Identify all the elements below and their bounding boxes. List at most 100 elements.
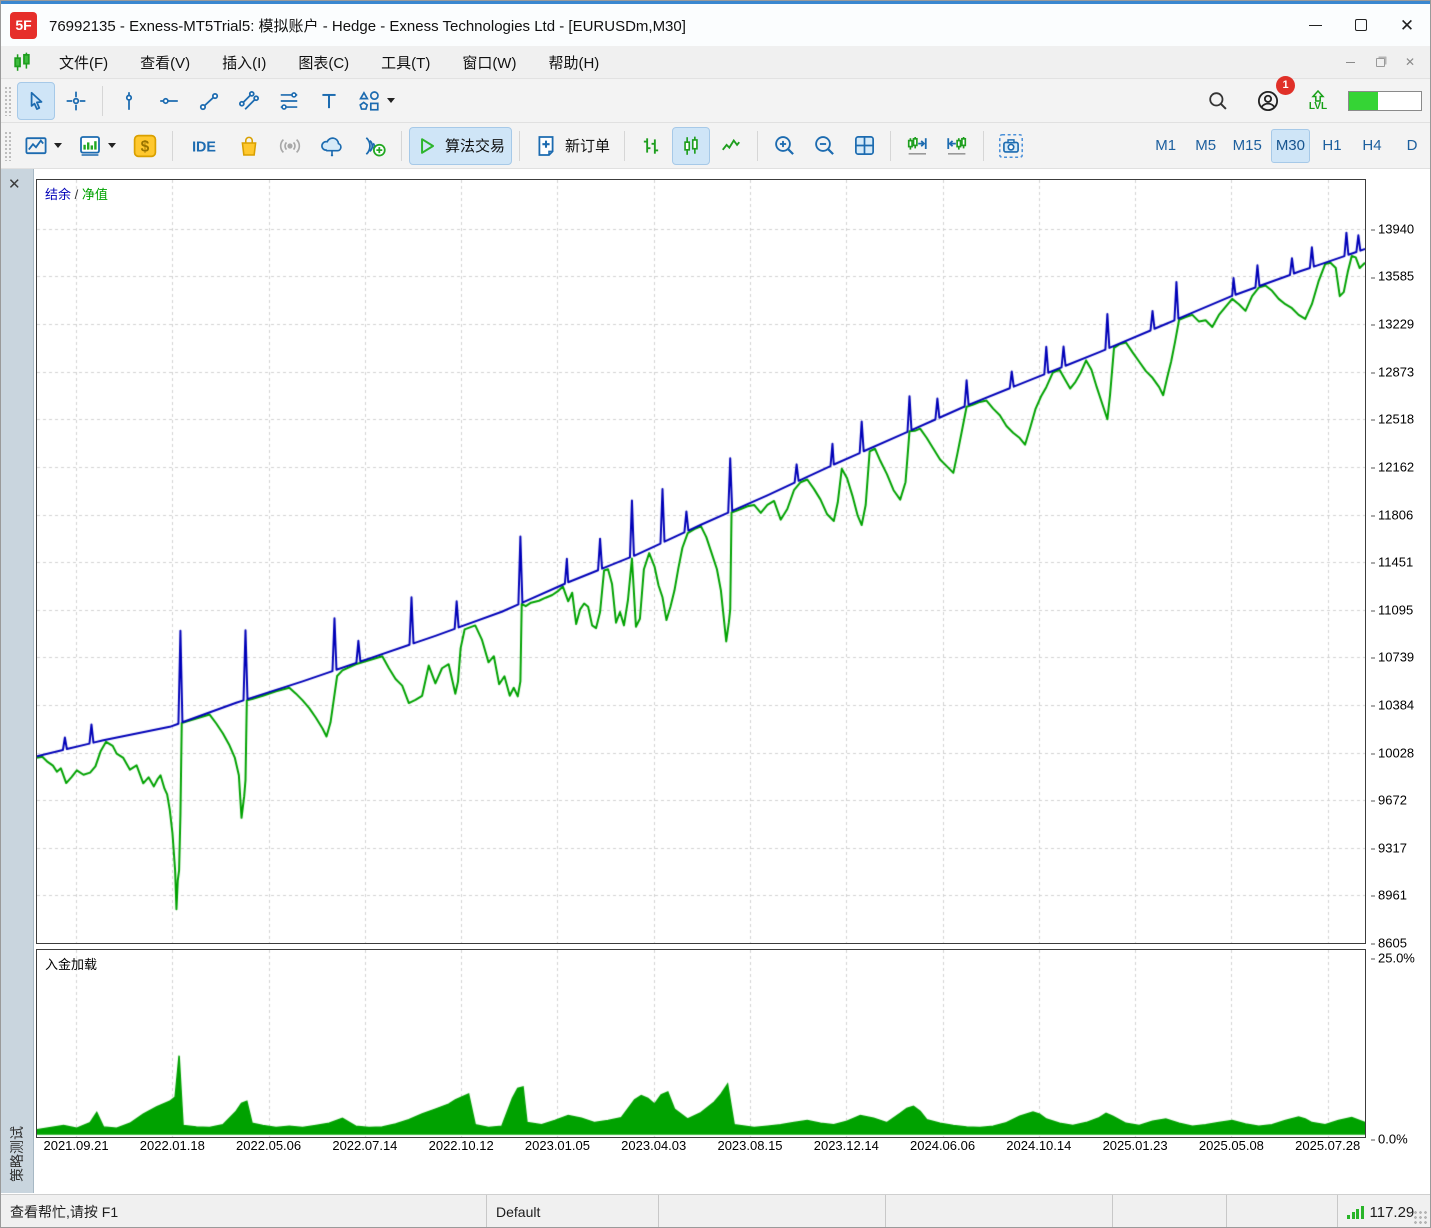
chevron-down-icon[interactable] <box>108 143 116 148</box>
timeframe-m30[interactable]: M30 <box>1271 129 1310 163</box>
chevron-down-icon[interactable] <box>387 98 395 103</box>
bars-chart-button[interactable] <box>632 127 670 165</box>
channel-button[interactable] <box>230 82 268 120</box>
maximize-button[interactable] <box>1338 4 1384 46</box>
timeframe-h4[interactable]: H4 <box>1354 129 1390 163</box>
deposit-chart-canvas[interactable] <box>37 950 1365 1137</box>
status-empty-section <box>659 1195 886 1228</box>
menu-item-1[interactable]: 文件(F) <box>47 48 120 77</box>
new-order-button[interactable]: 新订单 <box>527 127 617 165</box>
auto-scroll-icon <box>945 134 969 158</box>
crosshair-button[interactable] <box>57 82 95 120</box>
algo-trading-button[interactable]: 算法交易 <box>409 127 512 165</box>
text-tool-button[interactable] <box>310 82 348 120</box>
cloud-button[interactable] <box>312 127 352 165</box>
minimize-button[interactable] <box>1292 4 1338 46</box>
y-axis-tick: 9672 <box>1371 793 1407 808</box>
channel-icon <box>238 90 260 112</box>
toolbar-grip[interactable] <box>4 131 12 161</box>
mdi-close-button[interactable]: ✕ <box>1398 51 1422 73</box>
screenshot-camera-button[interactable] <box>991 127 1031 165</box>
timeframe-d[interactable]: D <box>1394 129 1430 163</box>
status-profile[interactable]: Default <box>487 1195 659 1228</box>
y-axis-tick: 12873 <box>1371 364 1414 379</box>
close-icon: ✕ <box>1400 17 1414 34</box>
x-axis-label[interactable]: 2022.07.14 <box>332 1138 397 1153</box>
x-axis-label[interactable]: 2023.12.14 <box>814 1138 879 1153</box>
menu-item-3[interactable]: 插入(I) <box>210 48 278 77</box>
zoom-in-button[interactable] <box>765 127 803 165</box>
user-profile-icon <box>1256 89 1280 113</box>
x-axis-label[interactable]: 2022.05.06 <box>236 1138 301 1153</box>
line-chart-button[interactable] <box>712 127 750 165</box>
text-tool-icon <box>318 90 340 112</box>
trendline-button[interactable] <box>190 82 228 120</box>
signal-waves-button[interactable] <box>270 127 310 165</box>
ide-text-button[interactable]: IDE <box>180 127 228 165</box>
y-axis-tick: 9317 <box>1371 840 1407 855</box>
toolbar-separator <box>624 131 625 161</box>
menu-item-5[interactable]: 工具(T) <box>369 48 442 77</box>
market-bag-button[interactable] <box>230 127 268 165</box>
auto-scroll-button[interactable] <box>938 127 976 165</box>
dollar-button[interactable]: $ <box>125 127 165 165</box>
fibonacci-lines-button[interactable] <box>270 82 308 120</box>
trendline-icon <box>198 90 220 112</box>
x-axis-label[interactable]: 2023.08.15 <box>717 1138 782 1153</box>
user-profile-button[interactable]: 1 <box>1249 82 1287 120</box>
timeframe-m5[interactable]: M5 <box>1188 129 1224 163</box>
tester-close-button[interactable]: ✕ <box>8 175 21 193</box>
close-button[interactable]: ✕ <box>1384 4 1430 46</box>
candles-chart-button[interactable] <box>672 127 710 165</box>
resize-grip[interactable] <box>1414 1211 1428 1225</box>
x-axis-label[interactable]: 2025.01.23 <box>1103 1138 1168 1153</box>
toolbar-grip[interactable] <box>4 86 12 116</box>
vertical-line-icon <box>118 90 140 112</box>
menu-item-4[interactable]: 图表(C) <box>286 48 361 77</box>
balance-equity-plot[interactable]: 结余 / 净值 <box>36 179 1366 944</box>
mdi-minimize-button[interactable] <box>1338 51 1362 73</box>
svg-text:IDE: IDE <box>192 139 216 155</box>
deposit-load-plot[interactable]: 入金加载 <box>36 949 1366 1138</box>
timeframe-h1[interactable]: H1 <box>1314 129 1350 163</box>
x-axis-label[interactable]: 2022.01.18 <box>140 1138 205 1153</box>
y-axis-tick: 10028 <box>1371 745 1414 760</box>
search-button[interactable] <box>1199 82 1237 120</box>
mdi-restore-icon <box>1376 58 1385 67</box>
x-axis-label[interactable]: 2025.05.08 <box>1199 1138 1264 1153</box>
shift-end-button[interactable] <box>898 127 936 165</box>
shapes-button[interactable] <box>350 82 402 120</box>
chart-type-icon <box>24 134 48 158</box>
horizontal-line-button[interactable] <box>150 82 188 120</box>
add-signal-button[interactable] <box>354 127 394 165</box>
x-axis-label[interactable]: 2025.07.28 <box>1295 1138 1360 1153</box>
chevron-down-icon[interactable] <box>54 143 62 148</box>
dollar-icon: $ <box>132 133 158 159</box>
shift-end-icon <box>905 134 929 158</box>
market-watch-button[interactable] <box>71 127 123 165</box>
x-axis-label[interactable]: 2023.01.05 <box>525 1138 590 1153</box>
x-axis-label[interactable]: 2023.04.03 <box>621 1138 686 1153</box>
x-axis-label[interactable]: 2024.10.14 <box>1006 1138 1071 1153</box>
chart-type-button[interactable] <box>17 127 69 165</box>
toolbar-separator <box>102 86 103 116</box>
level-label: LVL <box>1309 102 1327 112</box>
x-axis-label[interactable]: 2022.10.12 <box>429 1138 494 1153</box>
y-axis-tick: 13585 <box>1371 269 1414 284</box>
x-axis-label[interactable]: 2024.06.06 <box>910 1138 975 1153</box>
main-chart-canvas[interactable] <box>37 180 1365 943</box>
x-axis-label[interactable]: 2021.09.21 <box>43 1138 108 1153</box>
zoom-out-button[interactable] <box>805 127 843 165</box>
timeframe-m15[interactable]: M15 <box>1228 129 1267 163</box>
tile-windows-button[interactable] <box>845 127 883 165</box>
menu-item-6[interactable]: 窗口(W) <box>450 48 528 77</box>
level-button[interactable]: LVL <box>1299 82 1337 120</box>
mdi-restore-button[interactable] <box>1368 51 1392 73</box>
cursor-arrow-button[interactable] <box>17 82 55 120</box>
vertical-line-button[interactable] <box>110 82 148 120</box>
mt5-logo-icon: 5F <box>10 12 37 39</box>
timeframe-m1[interactable]: M1 <box>1148 129 1184 163</box>
menu-item-7[interactable]: 帮助(H) <box>536 48 611 77</box>
menu-item-2[interactable]: 查看(V) <box>128 48 202 77</box>
y-axis-tick: 12162 <box>1371 459 1414 474</box>
